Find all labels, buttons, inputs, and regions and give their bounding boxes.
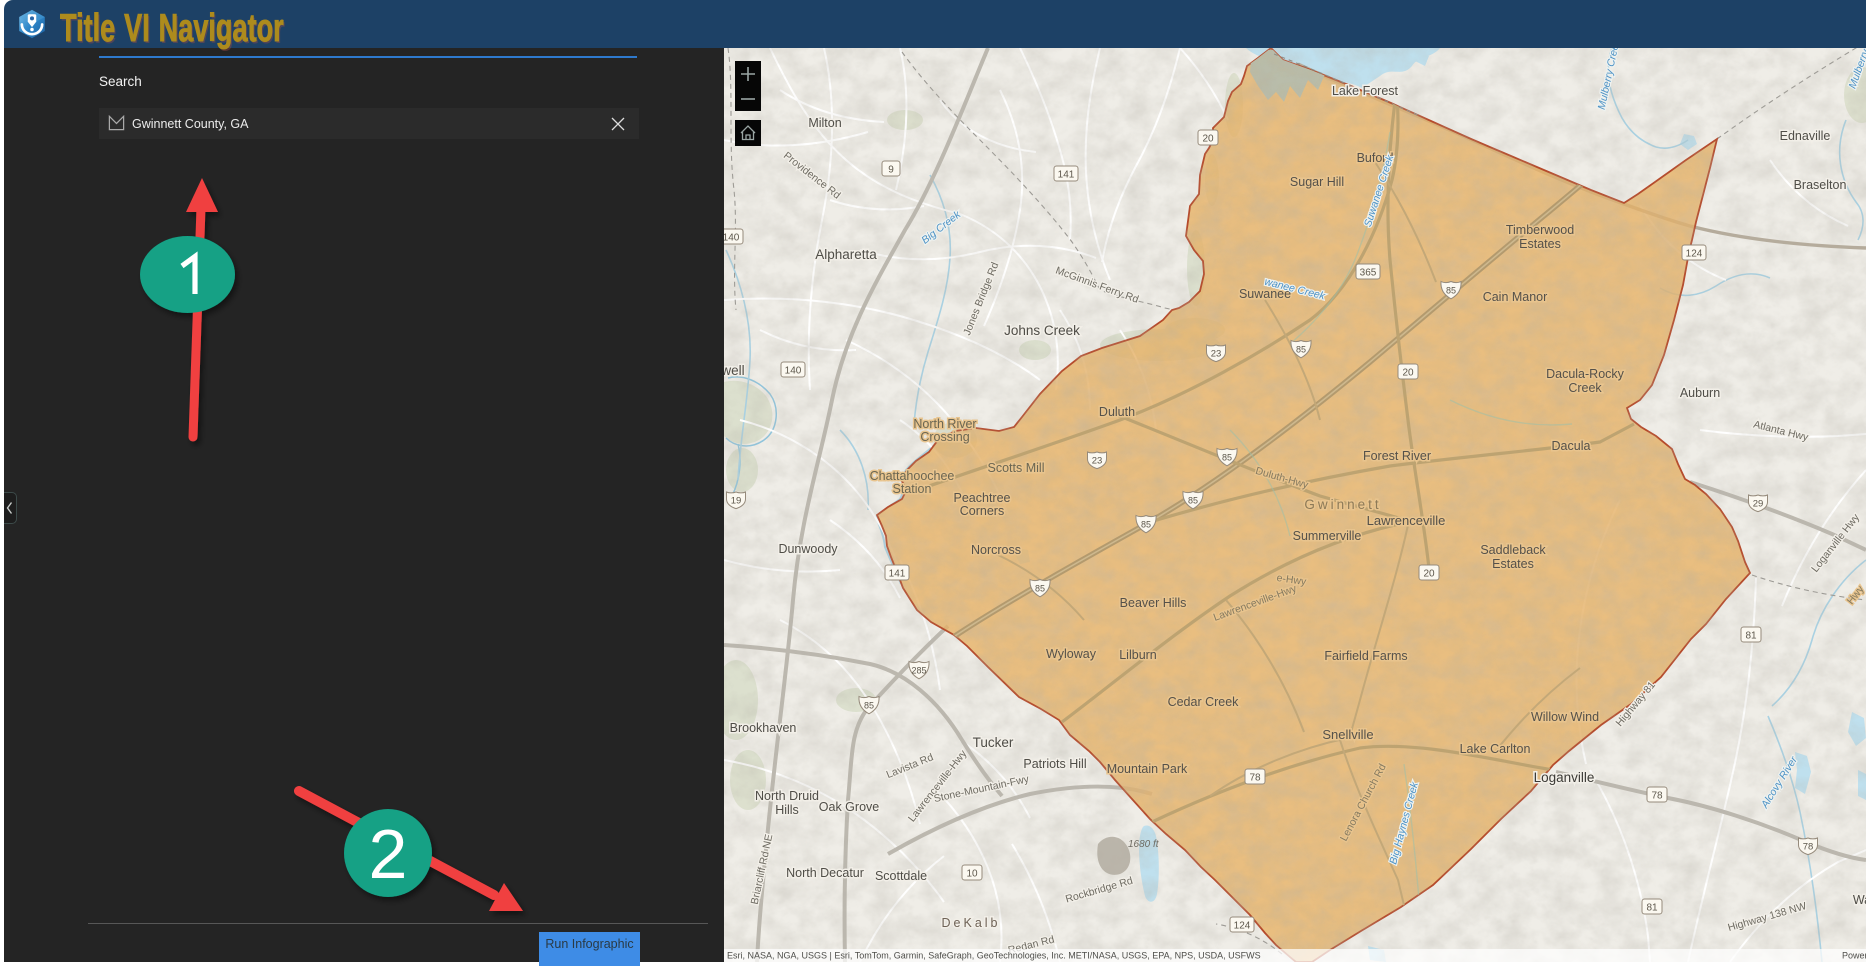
svg-text:Wa: Wa xyxy=(1853,893,1866,907)
svg-text:Cain Manor: Cain Manor xyxy=(1483,290,1548,304)
svg-text:124: 124 xyxy=(1234,921,1251,932)
svg-text:81: 81 xyxy=(1646,903,1658,914)
svg-text:North Decatur: North Decatur xyxy=(786,866,864,880)
svg-text:Dacula: Dacula xyxy=(1552,439,1591,453)
svg-text:Gwinnett: Gwinnett xyxy=(1304,497,1381,512)
svg-text:78: 78 xyxy=(1803,842,1814,853)
svg-text:141: 141 xyxy=(889,569,906,580)
svg-text:Hills: Hills xyxy=(775,803,799,817)
svg-text:85: 85 xyxy=(864,701,874,711)
svg-text:Tucker: Tucker xyxy=(973,735,1014,750)
svg-text:Braselton: Braselton xyxy=(1794,178,1847,192)
svg-text:Lawrenceville: Lawrenceville xyxy=(1367,513,1446,528)
svg-text:20: 20 xyxy=(1423,569,1435,580)
svg-text:Scottdale: Scottdale xyxy=(875,869,927,883)
svg-text:19: 19 xyxy=(731,496,742,507)
svg-text:85: 85 xyxy=(1296,345,1306,355)
svg-text:Johns Creek: Johns Creek xyxy=(1004,323,1080,338)
svg-text:9: 9 xyxy=(888,165,894,176)
svg-text:Oak Grove: Oak Grove xyxy=(819,800,879,814)
svg-text:285: 285 xyxy=(911,666,926,676)
svg-text:2: 2 xyxy=(369,815,408,893)
svg-text:Peachtree: Peachtree xyxy=(954,491,1011,505)
svg-text:29: 29 xyxy=(1753,499,1764,510)
svg-text:Lake Forest: Lake Forest xyxy=(1332,84,1399,98)
svg-text:Station: Station xyxy=(893,482,932,496)
svg-text:Dunwoody: Dunwoody xyxy=(778,542,838,556)
svg-text:Esri, NASA, NGA, USGS | Esri,: Esri, NASA, NGA, USGS | Esri, TomTom, Ga… xyxy=(727,951,1261,961)
svg-text:Saddleback: Saddleback xyxy=(1480,543,1546,557)
svg-text:Duluth: Duluth xyxy=(1099,405,1135,419)
svg-text:85: 85 xyxy=(1035,584,1045,594)
svg-text:well: well xyxy=(724,363,745,378)
svg-text:1680 ft: 1680 ft xyxy=(1128,839,1160,850)
svg-text:Snellville: Snellville xyxy=(1322,727,1373,742)
svg-text:Timberwood: Timberwood xyxy=(1506,223,1574,237)
svg-text:Sugar Hill: Sugar Hill xyxy=(1290,175,1344,189)
svg-text:Loganville: Loganville xyxy=(1534,770,1595,785)
svg-text:Scotts Mill: Scotts Mill xyxy=(988,461,1045,475)
svg-text:Ednaville: Ednaville xyxy=(1780,129,1831,143)
svg-text:North Druid: North Druid xyxy=(755,789,819,803)
svg-text:81: 81 xyxy=(1745,631,1757,642)
svg-text:Alpharetta: Alpharetta xyxy=(815,247,877,262)
svg-text:Willow Wind: Willow Wind xyxy=(1531,710,1599,724)
svg-text:365: 365 xyxy=(1360,268,1377,279)
svg-text:23: 23 xyxy=(1211,349,1222,360)
svg-text:23: 23 xyxy=(1092,456,1103,467)
svg-text:Crossing: Crossing xyxy=(920,430,969,444)
svg-text:Beaver Hills: Beaver Hills xyxy=(1120,596,1187,610)
svg-text:Forest River: Forest River xyxy=(1363,449,1431,463)
svg-text:North River: North River xyxy=(913,417,976,431)
svg-text:Lilburn: Lilburn xyxy=(1119,648,1157,662)
svg-text:Creek: Creek xyxy=(1568,381,1602,395)
svg-text:140: 140 xyxy=(724,233,740,244)
svg-text:Norcross: Norcross xyxy=(971,543,1021,557)
svg-text:85: 85 xyxy=(1188,496,1198,506)
svg-text:20: 20 xyxy=(1202,134,1214,145)
svg-text:Patriots Hill: Patriots Hill xyxy=(1023,757,1086,771)
svg-text:85: 85 xyxy=(1446,286,1456,296)
svg-text:140: 140 xyxy=(785,366,802,377)
svg-text:Chattahoochee: Chattahoochee xyxy=(870,469,955,483)
svg-text:78: 78 xyxy=(1651,791,1663,802)
svg-text:Dacula-Rocky: Dacula-Rocky xyxy=(1546,367,1625,381)
svg-text:124: 124 xyxy=(1686,249,1703,260)
svg-text:Mountain Park: Mountain Park xyxy=(1107,762,1188,776)
svg-text:Corners: Corners xyxy=(960,504,1004,518)
svg-text:DeKalb: DeKalb xyxy=(942,916,1001,930)
svg-text:Powere: Powere xyxy=(1842,951,1866,961)
svg-text:Fairfield Farms: Fairfield Farms xyxy=(1324,649,1407,663)
svg-text:Lake Carlton: Lake Carlton xyxy=(1460,742,1531,756)
svg-text:85: 85 xyxy=(1141,520,1151,530)
svg-text:85: 85 xyxy=(1222,453,1232,463)
svg-text:Summerville: Summerville xyxy=(1293,529,1362,543)
svg-text:78: 78 xyxy=(1249,773,1261,784)
svg-text:20: 20 xyxy=(1402,368,1414,379)
svg-text:Brookhaven: Brookhaven xyxy=(730,721,797,735)
svg-text:Estates: Estates xyxy=(1492,557,1534,571)
svg-text:Estates: Estates xyxy=(1519,237,1561,251)
svg-text:Auburn: Auburn xyxy=(1680,386,1720,400)
svg-text:Cedar Creek: Cedar Creek xyxy=(1168,695,1240,709)
svg-text:Wyloway: Wyloway xyxy=(1046,647,1097,661)
svg-text:10: 10 xyxy=(966,869,978,880)
svg-text:141: 141 xyxy=(1058,170,1075,181)
svg-text:Milton: Milton xyxy=(808,116,841,130)
